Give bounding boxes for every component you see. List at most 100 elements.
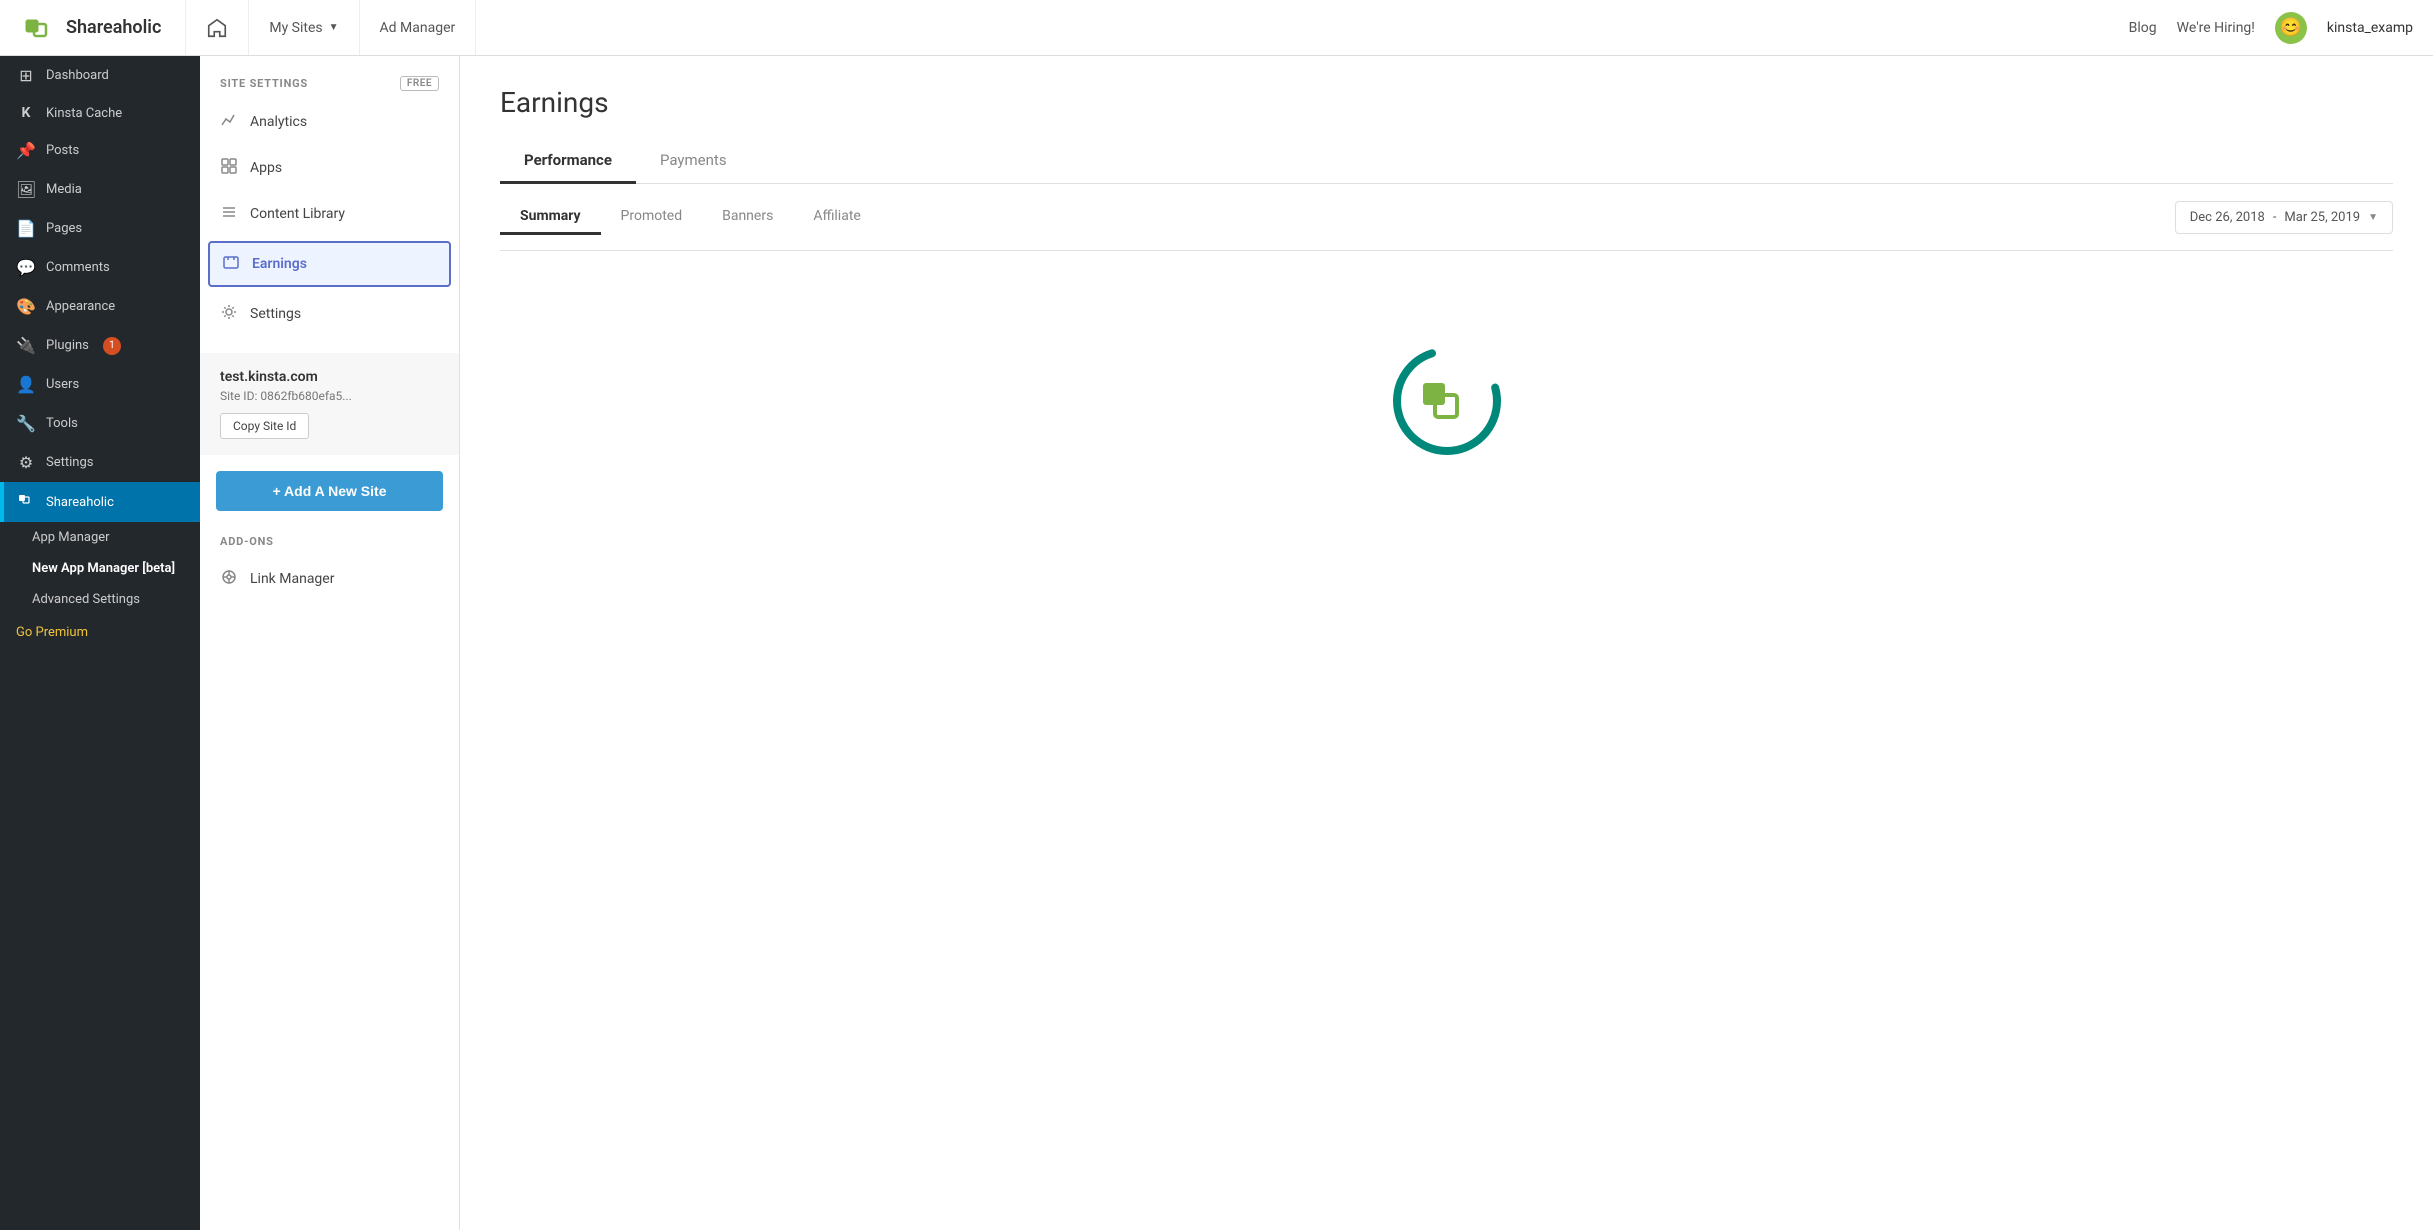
home-nav-item[interactable]: [186, 0, 249, 55]
plugin-sidebar-content-library[interactable]: Content Library: [200, 191, 459, 237]
comments-icon: 💬: [16, 258, 36, 277]
plugin-settings-icon: [220, 303, 238, 325]
kinsta-icon: K: [16, 105, 36, 121]
sidebar-label-dashboard: Dashboard: [46, 68, 109, 83]
plugin-sidebar-analytics[interactable]: Analytics: [200, 99, 459, 145]
tools-icon: 🔧: [16, 414, 36, 433]
shareaholic-icon: [16, 492, 36, 512]
sidebar-item-shareaholic[interactable]: Shareaholic: [0, 482, 200, 522]
sidebar-subitem-app-manager[interactable]: App Manager: [0, 522, 200, 553]
chevron-down-icon: ▼: [329, 22, 339, 33]
sidebar-subitem-new-app-manager[interactable]: New App Manager [beta]: [0, 553, 200, 584]
ad-manager-nav-item[interactable]: Ad Manager: [360, 0, 477, 55]
subtab-affiliate[interactable]: Affiliate: [793, 200, 881, 235]
content-library-icon: [220, 203, 238, 225]
site-settings-label: SITE SETTINGS Free: [200, 76, 459, 99]
date-range-start: Dec 26, 2018: [2190, 210, 2265, 225]
home-icon: [206, 17, 228, 39]
loading-spinner: [1387, 341, 1507, 461]
subtab-promoted[interactable]: Promoted: [601, 200, 703, 235]
plugin-sidebar-settings[interactable]: Settings: [200, 291, 459, 337]
primary-tabs: Performance Payments: [500, 139, 2393, 184]
analytics-icon: [220, 111, 238, 133]
user-avatar[interactable]: 😊: [2275, 12, 2307, 44]
earnings-label: Earnings: [252, 256, 307, 272]
date-range-end: Mar 25, 2019: [2284, 210, 2360, 225]
media-icon: 🖼: [16, 180, 36, 199]
posts-icon: 📌: [16, 141, 36, 160]
link-manager-label: Link Manager: [250, 571, 334, 587]
username-label: kinsta_examp: [2327, 20, 2413, 36]
sidebar-label-shareaholic: Shareaholic: [46, 495, 114, 510]
sidebar-label-pages: Pages: [46, 221, 82, 236]
avatar-emoji: 😊: [2280, 17, 2302, 38]
tab-payments[interactable]: Payments: [636, 139, 751, 184]
copy-site-id-button[interactable]: Copy Site Id: [220, 413, 309, 439]
shareaholic-logo-icon: [24, 12, 56, 44]
apps-icon: [220, 157, 238, 179]
date-range-picker[interactable]: Dec 26, 2018 - Mar 25, 2019 ▼: [2175, 201, 2393, 234]
addons-label: ADD-ONS: [200, 519, 459, 556]
sidebar-item-pages[interactable]: 📄 Pages: [0, 209, 200, 248]
dashboard-icon: ⊞: [16, 66, 36, 85]
plugin-sidebar-apps[interactable]: Apps: [200, 145, 459, 191]
add-new-site-button[interactable]: + Add A New Site: [216, 471, 443, 511]
sidebar-label-kinsta: Kinsta Cache: [46, 106, 122, 121]
page-title: Earnings: [500, 86, 2393, 119]
spinner-logo-svg: [1419, 373, 1475, 429]
logo-text: Shareaholic: [66, 17, 161, 38]
sidebar-item-tools[interactable]: 🔧 Tools: [0, 404, 200, 443]
sidebar-item-settings[interactable]: ⚙ Settings: [0, 443, 200, 482]
earnings-icon: [222, 253, 240, 275]
sidebar-label-appearance: Appearance: [46, 299, 115, 314]
sidebar-item-media[interactable]: 🖼 Media: [0, 170, 200, 209]
sidebar-item-comments[interactable]: 💬 Comments: [0, 248, 200, 287]
sidebar-label-users: Users: [46, 377, 79, 392]
sidebar-go-premium[interactable]: Go Premium: [0, 615, 200, 650]
users-icon: 👤: [16, 375, 36, 394]
top-navigation: Shareaholic My Sites ▼ Ad Manager Blog W…: [0, 0, 2433, 56]
sidebar-label-comments: Comments: [46, 260, 110, 275]
subtab-summary[interactable]: Summary: [500, 200, 601, 235]
settings-icon: ⚙: [16, 453, 36, 472]
appearance-icon: 🎨: [16, 297, 36, 316]
sidebar-item-kinsta-cache[interactable]: K Kinsta Cache: [0, 95, 200, 131]
site-info-block: test.kinsta.com Site ID: 0862fb680efa5..…: [200, 353, 459, 455]
sidebar-label-tools: Tools: [46, 416, 78, 431]
pages-icon: 📄: [16, 219, 36, 238]
hiring-link[interactable]: We're Hiring!: [2177, 20, 2255, 36]
tab-performance[interactable]: Performance: [500, 139, 636, 184]
sidebar-subitem-advanced-settings[interactable]: Advanced Settings: [0, 584, 200, 615]
content-library-label: Content Library: [250, 206, 345, 222]
sidebar-label-settings: Settings: [46, 455, 93, 470]
site-id-row: Site ID: 0862fb680efa5...: [220, 389, 439, 403]
site-id-value: 0862fb680efa5...: [260, 389, 351, 403]
logo-area[interactable]: Shareaholic: [0, 0, 186, 55]
main-layout: ⊞ Dashboard K Kinsta Cache 📌 Posts 🖼 Med…: [0, 56, 2433, 1230]
my-sites-nav-item[interactable]: My Sites ▼: [249, 0, 359, 55]
sidebar-item-plugins[interactable]: 🔌 Plugins 1: [0, 326, 200, 365]
top-nav-right: Blog We're Hiring! 😊 kinsta_examp: [2109, 12, 2433, 44]
blog-link[interactable]: Blog: [2129, 20, 2157, 36]
sidebar-label-media: Media: [46, 182, 82, 197]
sidebar-item-posts[interactable]: 📌 Posts: [0, 131, 200, 170]
sidebar-label-plugins: Plugins: [46, 338, 89, 353]
content-area: SITE SETTINGS Free Analytics: [200, 56, 2433, 1230]
plugin-sidebar-link-manager[interactable]: Link Manager: [200, 556, 459, 602]
subtab-banners[interactable]: Banners: [702, 200, 793, 235]
sidebar-item-users[interactable]: 👤 Users: [0, 365, 200, 404]
sidebar-label-posts: Posts: [46, 143, 79, 158]
plugin-settings-label: Settings: [250, 306, 301, 322]
dropdown-chevron-icon: ▼: [2368, 212, 2378, 223]
plugins-badge: 1: [103, 337, 121, 355]
sidebar-item-appearance[interactable]: 🎨 Appearance: [0, 287, 200, 326]
apps-label: Apps: [250, 160, 282, 176]
site-name: test.kinsta.com: [220, 369, 439, 385]
plugin-sidebar: SITE SETTINGS Free Analytics: [200, 56, 460, 1230]
date-range-separator: -: [2273, 210, 2277, 225]
link-manager-icon: [220, 568, 238, 590]
main-content-area: Earnings Performance Payments Summary Pr…: [460, 56, 2433, 1230]
loading-area: [500, 251, 2393, 551]
sidebar-item-dashboard[interactable]: ⊞ Dashboard: [0, 56, 200, 95]
plugin-sidebar-earnings[interactable]: Earnings: [208, 241, 451, 287]
